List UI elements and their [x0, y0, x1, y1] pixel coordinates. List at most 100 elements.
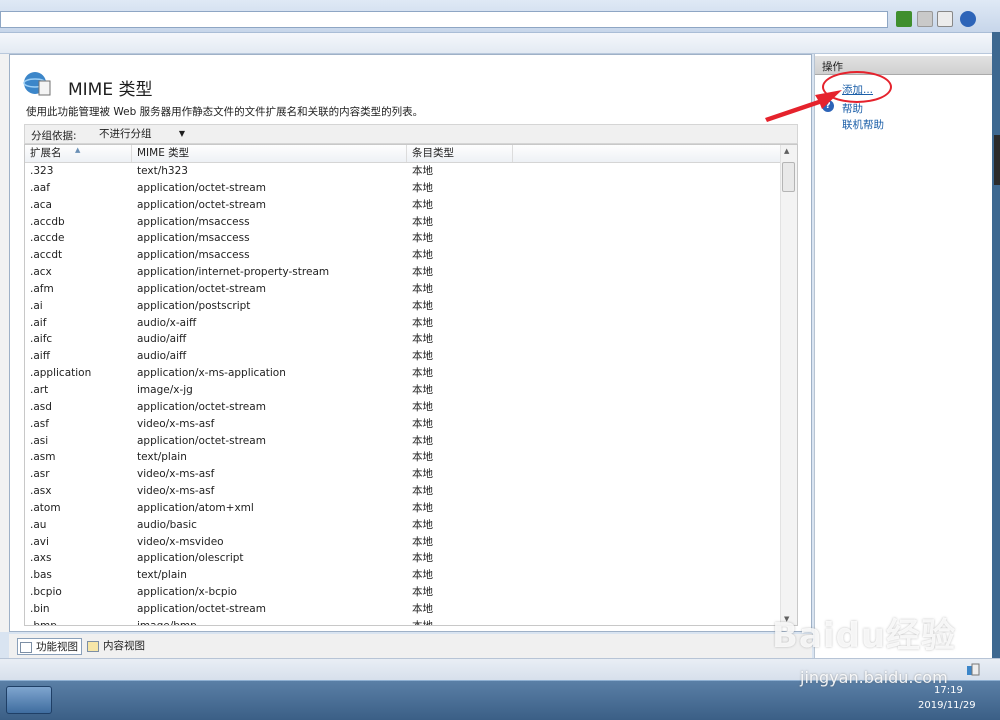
cell-entry-type: 本地 — [412, 316, 433, 329]
table-row[interactable]: .axs application/olescript 本地 — [25, 550, 785, 567]
group-by-label: 分组依据: — [31, 130, 77, 142]
cell-extension: .aaf — [30, 181, 50, 194]
table-row[interactable]: .ai application/postscript 本地 — [25, 298, 785, 315]
table-row[interactable]: .asm text/plain 本地 — [25, 449, 785, 466]
cell-mime-type: application/octet-stream — [137, 434, 266, 447]
actions-pane: 操作 添加... ? 帮助 联机帮助 — [814, 54, 993, 658]
table-row[interactable]: .asr video/x-ms-asf 本地 — [25, 466, 785, 483]
cell-extension: .aiff — [30, 350, 50, 363]
cell-extension: .asm — [30, 451, 56, 464]
cell-mime-type: video/x-msvideo — [137, 535, 224, 548]
cell-mime-type: application/internet-property-stream — [137, 266, 330, 279]
cell-extension: .asr — [30, 468, 50, 481]
cell-mime-type: audio/aiff — [137, 333, 187, 346]
home-icon[interactable] — [937, 11, 953, 27]
table-row[interactable]: .art image/x-jg 本地 — [25, 382, 785, 399]
cell-extension: .323 — [30, 165, 54, 177]
stop-icon[interactable] — [917, 11, 933, 27]
table-row[interactable]: .bin application/octet-stream 本地 — [25, 601, 785, 618]
scrollbar-thumb[interactable] — [782, 162, 795, 192]
address-bar[interactable] — [0, 11, 888, 28]
cell-entry-type: 本地 — [412, 485, 433, 498]
cell-mime-type: application/x-bcpio — [137, 586, 237, 599]
table-row[interactable]: .au audio/basic 本地 — [25, 517, 785, 534]
table-row[interactable]: .bcpio application/x-bcpio 本地 — [25, 584, 785, 601]
cell-mime-type: image/x-jg — [137, 383, 193, 396]
table-row[interactable]: .accdb application/msaccess 本地 — [25, 214, 785, 231]
table-row[interactable]: .atom application/atom+xml 本地 — [25, 500, 785, 517]
cell-entry-type: 本地 — [412, 518, 433, 531]
cell-entry-type: 本地 — [412, 215, 433, 228]
group-by-value: 不进行分组 — [99, 128, 152, 140]
table-row[interactable]: .asd application/octet-stream 本地 — [25, 399, 785, 416]
table-row[interactable]: .accde application/msaccess 本地 — [25, 230, 785, 247]
table-row[interactable]: .asx video/x-ms-asf 本地 — [25, 483, 785, 500]
table-row[interactable]: .application application/x-ms-application… — [25, 365, 785, 382]
table-row[interactable]: .asi application/octet-stream 本地 — [25, 433, 785, 450]
cell-entry-type: 本地 — [412, 535, 433, 548]
cell-extension: .afm — [30, 282, 54, 295]
features-view-icon — [20, 642, 32, 653]
cell-extension: .bmp — [30, 619, 57, 626]
table-row[interactable]: .323 text/h323 本地 — [25, 163, 785, 180]
column-header-mime-type[interactable]: MIME 类型 — [132, 145, 407, 162]
cell-mime-type: application/msaccess — [137, 232, 250, 245]
start-icon[interactable] — [6, 686, 52, 714]
cell-extension: .au — [30, 518, 47, 531]
cell-entry-type: 本地 — [412, 400, 433, 413]
table-row[interactable]: .accdt application/msaccess 本地 — [25, 247, 785, 264]
scroll-up-icon[interactable]: ▲ — [784, 147, 789, 155]
feature-panel: MIME 类型 使用此功能管理被 Web 服务器用作静态文件的文件扩展名和关联的… — [9, 54, 812, 632]
cell-extension: .aifc — [30, 333, 53, 346]
actions-title: 操作 — [822, 61, 843, 73]
cell-mime-type: application/msaccess — [137, 215, 250, 228]
table-row[interactable]: .bmp image/bmp 本地 — [25, 618, 785, 626]
table-row[interactable]: .bas text/plain 本地 — [25, 567, 785, 584]
cell-entry-type: 本地 — [412, 266, 433, 279]
column-header-entry-type[interactable]: 条目类型 — [407, 145, 513, 162]
column-header-extension[interactable]: 扩展名 ▲ — [25, 145, 132, 162]
cell-mime-type: text/plain — [137, 451, 187, 464]
table-row[interactable]: .aaf application/octet-stream 本地 — [25, 180, 785, 197]
cell-extension: .asi — [30, 434, 49, 447]
content-view-icon — [87, 641, 99, 652]
annotation-arrow — [765, 90, 842, 122]
cell-extension: .atom — [30, 501, 61, 514]
iis-mime-icon — [23, 72, 51, 96]
clock-date: 2019/11/29 — [918, 700, 976, 711]
cell-mime-type: audio/basic — [137, 518, 197, 531]
cell-entry-type: 本地 — [412, 451, 433, 464]
table-row[interactable]: .aiff audio/aiff 本地 — [25, 348, 785, 365]
group-by-dropdown[interactable]: 不进行分组 ▼ — [85, 126, 187, 142]
watermark-url: jingyan.baidu.com — [800, 668, 948, 687]
cell-entry-type: 本地 — [412, 165, 433, 177]
table-row[interactable]: .aca application/octet-stream 本地 — [25, 197, 785, 214]
cell-mime-type: application/octet-stream — [137, 282, 266, 295]
cell-extension: .accdt — [30, 249, 63, 262]
tab-content-view[interactable]: 内容视图 — [85, 638, 148, 655]
cell-mime-type: video/x-ms-asf — [137, 485, 215, 498]
help-menu-icon[interactable] — [960, 11, 976, 27]
cell-extension: .accdb — [30, 215, 65, 228]
vertical-scrollbar[interactable]: ▲ ▼ — [780, 145, 797, 625]
splitter-handle[interactable] — [994, 135, 1000, 185]
cell-mime-type: application/octet-stream — [137, 602, 266, 615]
table-row[interactable]: .asf video/x-ms-asf 本地 — [25, 416, 785, 433]
cell-entry-type: 本地 — [412, 417, 433, 430]
table-row[interactable]: .afm application/octet-stream 本地 — [25, 281, 785, 298]
table-row[interactable]: .avi video/x-msvideo 本地 — [25, 534, 785, 551]
group-by-bar: 分组依据: 不进行分组 ▼ — [24, 124, 798, 144]
table-row[interactable]: .aifc audio/aiff 本地 — [25, 331, 785, 348]
cell-extension: .aif — [30, 316, 47, 329]
refresh-icon[interactable] — [896, 11, 912, 27]
cell-mime-type: application/msaccess — [137, 249, 250, 262]
table-row[interactable]: .aif audio/x-aiff 本地 — [25, 315, 785, 332]
cell-mime-type: application/octet-stream — [137, 400, 266, 413]
watermark-logo: Baidu经验 — [772, 616, 957, 656]
page-title: MIME 类型 — [68, 80, 153, 100]
mime-types-table: 扩展名 ▲ MIME 类型 条目类型 .323 text/h323 本地 .aaf ap… — [24, 144, 798, 626]
tab-features-view[interactable]: 功能视图 — [17, 638, 82, 655]
cell-entry-type: 本地 — [412, 282, 433, 295]
cell-mime-type: application/octet-stream — [137, 198, 266, 211]
table-row[interactable]: .acx application/internet-property-stream… — [25, 264, 785, 281]
